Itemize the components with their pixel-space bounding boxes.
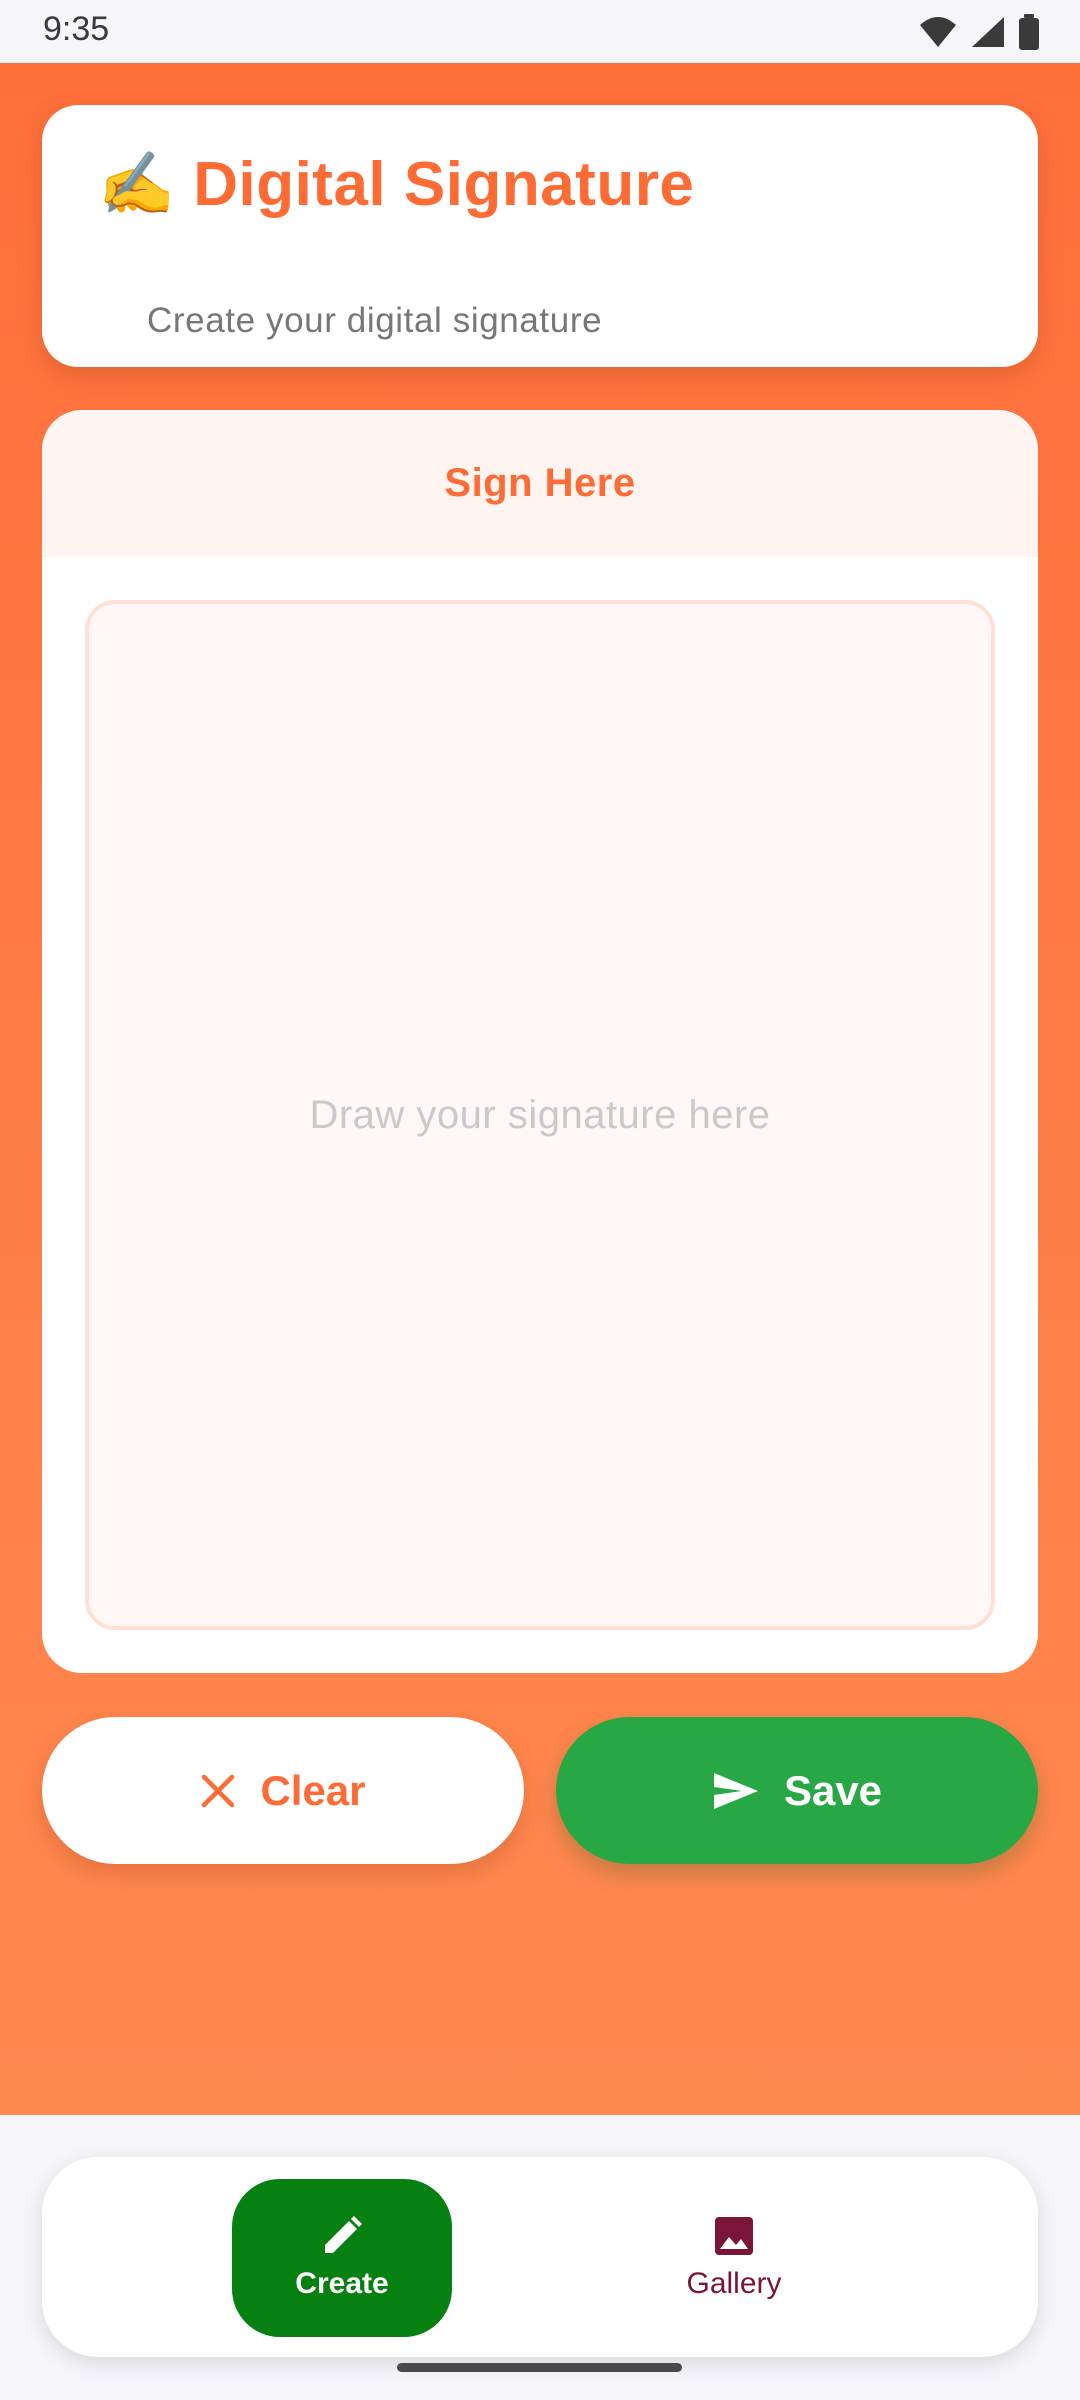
nav-item-create-label: Create — [295, 2267, 389, 2300]
send-icon — [713, 1772, 758, 1809]
signature-placeholder: Draw your signature here — [309, 1092, 771, 1137]
signature-card-title: Sign Here — [444, 461, 636, 505]
page-subtitle: Create your digital signature — [147, 301, 603, 340]
wifi-icon — [920, 17, 956, 47]
status-time: 9:35 — [43, 10, 110, 48]
header-card: ✍️ Digital Signature Create your digital… — [42, 105, 1038, 367]
home-indicator[interactable] — [397, 2363, 682, 2372]
bottom-nav: Create Gallery — [42, 2157, 1038, 2357]
header-title-row: ✍️ Digital Signature — [98, 149, 694, 220]
signature-pad[interactable]: Draw your signature here — [85, 600, 995, 1630]
clear-button[interactable]: Clear — [42, 1717, 524, 1864]
close-icon — [202, 1774, 235, 1807]
signature-card: Sign Here Draw your signature here — [42, 410, 1038, 1673]
battery-icon — [1019, 14, 1039, 50]
nav-item-gallery[interactable]: Gallery — [624, 2179, 844, 2337]
image-icon — [715, 2217, 753, 2255]
nav-item-gallery-label: Gallery — [686, 2267, 782, 2300]
signal-icon — [972, 17, 1004, 47]
save-button[interactable]: Save — [556, 1717, 1038, 1864]
clear-button-label: Clear — [260, 1766, 366, 1814]
page-title: Digital Signature — [193, 150, 695, 219]
main-area: ✍️ Digital Signature Create your digital… — [0, 63, 1080, 2115]
writing-hand-icon: ✍️ — [98, 149, 176, 219]
status-bar: 9:35 — [0, 0, 1080, 63]
status-icons — [918, 12, 1040, 52]
signature-card-header: Sign Here — [42, 410, 1038, 557]
save-button-label: Save — [783, 1766, 883, 1814]
pencil-icon — [325, 2216, 362, 2253]
nav-item-create[interactable]: Create — [232, 2179, 452, 2337]
